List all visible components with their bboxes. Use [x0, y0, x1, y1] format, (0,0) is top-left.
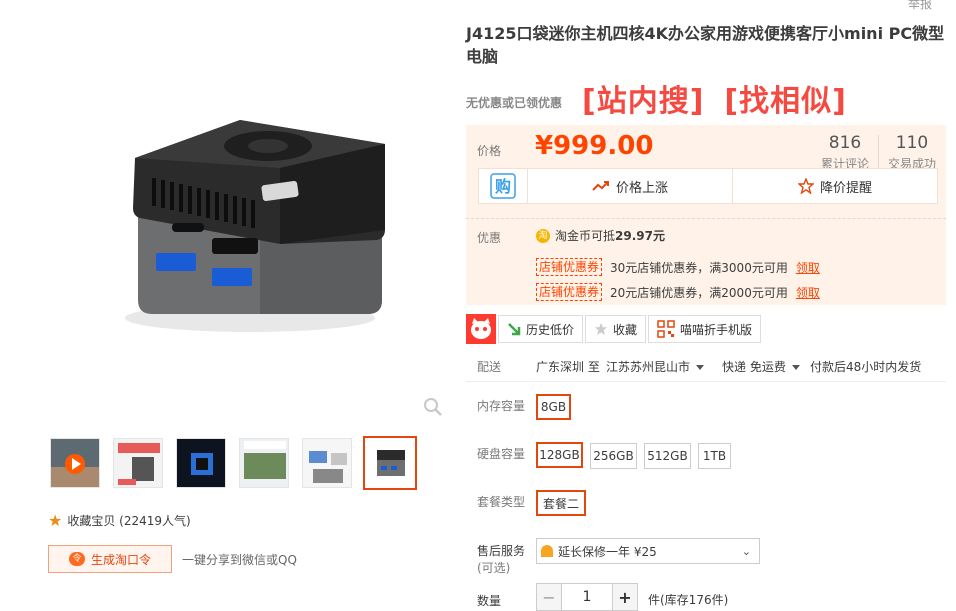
taojinbi-coin-icon: 淘: [536, 228, 550, 243]
trend-up-icon: [592, 181, 609, 191]
quantity-decrease-button[interactable]: −: [536, 583, 562, 611]
shipping-note: 付款后48小时内发货: [810, 360, 922, 374]
umbrella-icon: [541, 545, 553, 557]
price-drop-label: 降价提醒: [819, 180, 872, 196]
quantity-label: 数量: [477, 594, 502, 608]
coupon-tag: 店铺优惠券: [536, 258, 603, 276]
disk-label: 硬盘容量: [477, 447, 526, 461]
quantity-input[interactable]: 1: [562, 583, 612, 611]
sold-stat: 110 交易成功: [884, 133, 940, 172]
coupon-row: 店铺优惠券 20元店铺优惠券，满2000元可用 领取: [536, 283, 820, 301]
review-count: 816: [828, 133, 862, 153]
generate-button-label: 生成淘口令: [90, 552, 151, 567]
shipping-destination: 江苏苏州昆山市: [606, 360, 691, 374]
memory-option[interactable]: 8GB: [536, 394, 571, 420]
coin-amount: 29.97元: [615, 229, 665, 243]
favorite-item[interactable]: ★ 收藏宝贝 (22419人气): [48, 512, 191, 529]
shipping-from: 广东深圳 至: [536, 360, 600, 374]
share-text: 一键分享到微信或QQ: [182, 553, 297, 567]
shipping-label: 配送: [477, 360, 502, 374]
warranty-value: 延长保修一年 ¥25: [558, 544, 657, 559]
coupon-desc: 30元店铺优惠券，满3000元可用: [610, 260, 788, 275]
package-option[interactable]: 套餐二: [536, 490, 586, 516]
price-trend-button[interactable]: 价格上涨: [528, 169, 733, 203]
star-outline-icon: [797, 178, 814, 194]
divider: [878, 135, 879, 171]
zoom-icon[interactable]: [423, 397, 443, 417]
service-label: 售后服务: [477, 544, 526, 558]
coupon-tag: 店铺优惠券: [536, 283, 603, 301]
price-label: 价格: [477, 144, 502, 158]
shipping-destination-select[interactable]: 江苏苏州昆山市: [606, 358, 705, 375]
favorite-button[interactable]: 收藏: [585, 315, 647, 343]
favorite-label: 收藏: [613, 322, 638, 337]
shipping-row: 配送 广东深圳 至 江苏苏州昆山市 快递 免运费 付款后48小时内发货: [466, 352, 946, 382]
buy-icon-text: 购: [495, 177, 511, 196]
chevron-down-icon: [791, 365, 800, 370]
claim-coupon-link[interactable]: 领取: [796, 259, 820, 276]
history-price-button[interactable]: 历史低价: [498, 315, 584, 343]
price-action-bar: 购 价格上涨 降价提醒: [478, 168, 938, 204]
search-in-site-link[interactable]: [站内搜]: [582, 84, 704, 119]
thumbnail-image-selected[interactable]: [363, 436, 417, 490]
mobile-version-button[interactable]: 喵喵折手机版: [648, 315, 762, 343]
package-label: 套餐类型: [477, 495, 526, 509]
coupon-row: 店铺优惠券 30元店铺优惠券，满3000元可用 领取: [536, 258, 820, 276]
chevron-down-icon: [696, 365, 705, 370]
report-link[interactable]: 举报: [908, 0, 932, 12]
thumbnail-image[interactable]: [239, 438, 289, 488]
star-icon: ★: [48, 510, 63, 530]
buy-icon[interactable]: 购: [479, 169, 528, 203]
product-main-image[interactable]: [40, 18, 450, 413]
tool-row: 历史低价 收藏 喵喵折手机版: [466, 313, 762, 345]
disk-option[interactable]: 256GB: [590, 443, 637, 469]
divider: [466, 218, 946, 219]
promo-note: 无优惠或已领优惠: [466, 96, 563, 110]
discount-label: 优惠: [477, 231, 502, 245]
service-sub-label: (可选): [477, 561, 511, 575]
search-links: [站内搜] [找相似]: [582, 76, 867, 120]
disk-option[interactable]: 1TB: [698, 443, 731, 469]
thumbnail-image[interactable]: [176, 438, 226, 488]
review-stat[interactable]: 816 累计评论: [818, 133, 872, 172]
star-icon: [594, 322, 608, 336]
shipping-method: 快递 免运费: [722, 360, 786, 374]
miaomiao-logo-icon: [466, 314, 496, 344]
price-drop-alert-button[interactable]: 降价提醒: [733, 169, 937, 203]
sold-count: 110: [895, 133, 929, 153]
chat-bubble-icon: 令: [68, 552, 85, 566]
product-title: J4125口袋迷你主机四核4K办公家用游戏便携客厅小mini PC微型电脑: [466, 24, 945, 66]
find-similar-link[interactable]: [找相似]: [724, 84, 846, 119]
price-value: ¥999.00: [535, 131, 654, 161]
warranty-select[interactable]: 延长保修一年 ¥25 ⌄: [536, 538, 760, 564]
history-price-label: 历史低价: [526, 322, 575, 337]
qr-code-icon: [657, 320, 676, 338]
disk-option[interactable]: 128GB: [536, 442, 583, 468]
generate-taokouling-button[interactable]: 令 生成淘口令: [48, 545, 172, 573]
thumbnail-image[interactable]: [302, 438, 352, 488]
memory-label: 内存容量: [477, 399, 526, 413]
shipping-method-select[interactable]: 快递 免运费: [722, 358, 800, 375]
taojinbi-row: 淘 淘金币可抵 29.97元: [536, 227, 665, 244]
claim-coupon-link[interactable]: 领取: [796, 284, 820, 301]
stock-text: 件(库存176件): [648, 593, 729, 607]
price-trend-label: 价格上涨: [615, 180, 668, 196]
coupon-desc: 20元店铺优惠券，满2000元可用: [610, 285, 788, 300]
quantity-increase-button[interactable]: +: [612, 583, 638, 611]
thumbnail-image[interactable]: [113, 438, 163, 488]
thumbnail-video[interactable]: [50, 438, 100, 488]
mobile-version-label: 喵喵折手机版: [680, 322, 753, 337]
favorite-label: 收藏宝贝 (22419人气): [67, 514, 191, 528]
chevron-down-icon: ⌄: [741, 545, 751, 558]
arrow-down-icon: [508, 323, 521, 336]
coin-text: 淘金币可抵: [555, 229, 616, 243]
disk-option[interactable]: 512GB: [644, 443, 691, 469]
